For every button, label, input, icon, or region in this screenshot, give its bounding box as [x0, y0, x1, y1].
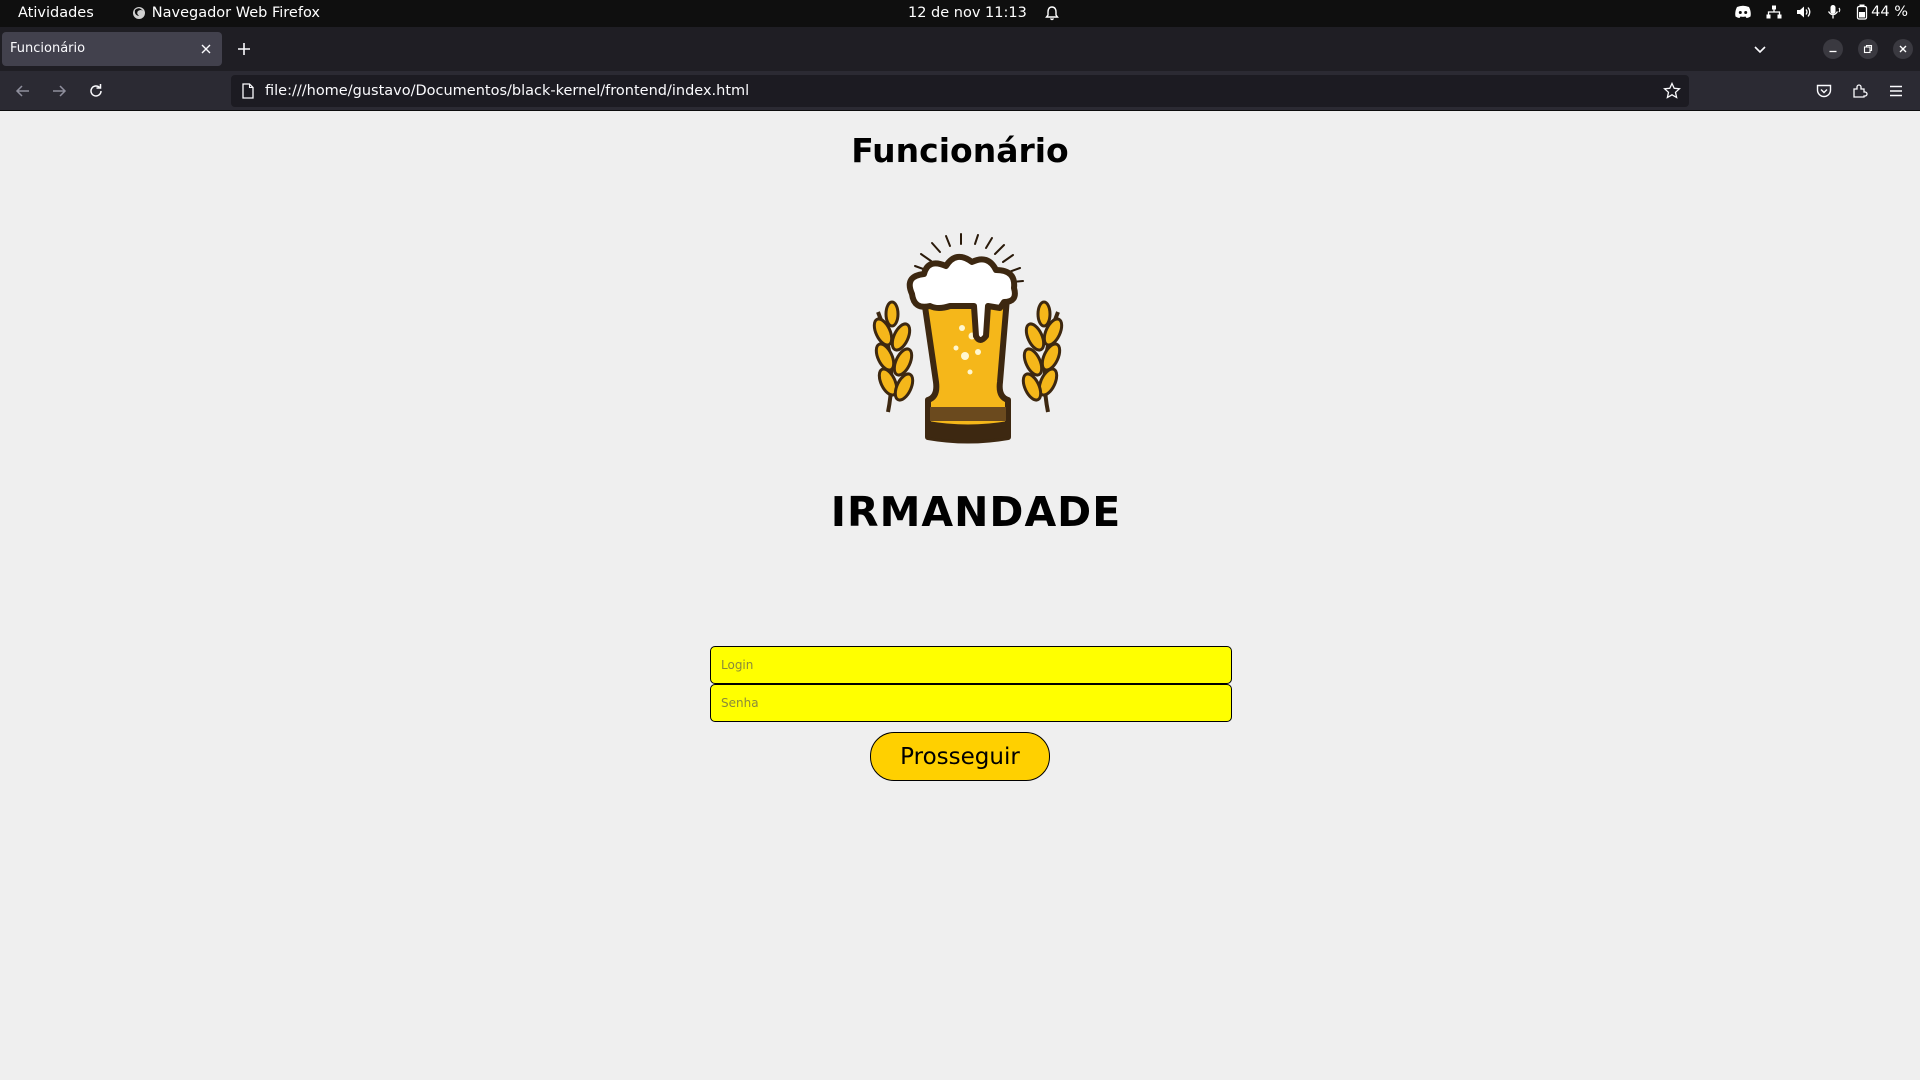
app-menu[interactable]: Navegador Web Firefox — [132, 5, 320, 21]
bookmark-star-icon[interactable] — [1663, 82, 1681, 100]
clock-label: 12 de nov 11:13 — [908, 5, 1027, 21]
battery-icon — [1857, 4, 1868, 20]
url-text: file:///home/gustavo/Documentos/black-ke… — [265, 83, 750, 99]
system-top-bar: Atividades Navegador Web Firefox 12 de n… — [0, 0, 1920, 27]
app-menu-label: Navegador Web Firefox — [151, 5, 320, 21]
page-icon[interactable] — [241, 83, 255, 99]
prosseguir-button[interactable]: Prosseguir — [870, 732, 1050, 781]
volume-icon — [1797, 6, 1811, 18]
navigation-toolbar: file:///home/gustavo/Documentos/black-ke… — [0, 71, 1920, 111]
minimize-button[interactable] — [1823, 39, 1843, 59]
reload-icon[interactable] — [86, 81, 106, 101]
login-input[interactable] — [710, 646, 1232, 684]
page-content: Funcionário IRMANDADE Login Prosseguir — [0, 112, 1920, 1080]
battery-indicator: 44 % — [1856, 4, 1908, 20]
password-input[interactable] — [710, 684, 1232, 722]
battery-percent: 44 % — [1871, 4, 1908, 20]
firefox-icon — [132, 7, 145, 19]
minimize-icon — [1829, 50, 1837, 53]
close-icon — [1899, 45, 1907, 53]
new-tab-icon[interactable] — [234, 39, 254, 59]
restore-button[interactable] — [1858, 39, 1878, 59]
close-tab-icon[interactable] — [198, 41, 214, 57]
system-tray[interactable]: 44 % — [1734, 4, 1908, 20]
tab-funcionario[interactable]: Funcionário — [2, 32, 222, 66]
beer-mug-logo-icon — [872, 233, 1064, 444]
pocket-icon[interactable] — [1814, 81, 1834, 101]
back-arrow-icon[interactable] — [13, 81, 33, 101]
tab-strip: Funcionário — [0, 27, 1920, 71]
chevron-down-icon[interactable] — [1750, 39, 1770, 59]
activities-button[interactable]: Atividades — [18, 5, 94, 21]
discord-icon — [1735, 5, 1751, 18]
hamburger-menu-icon[interactable] — [1886, 81, 1906, 101]
network-icon — [1766, 5, 1782, 19]
bell-icon — [1044, 6, 1059, 21]
page-title: Funcionário — [851, 131, 1069, 170]
clock-button[interactable]: 12 de nov 11:13 — [908, 5, 1059, 21]
url-bar[interactable]: file:///home/gustavo/Documentos/black-ke… — [231, 75, 1689, 107]
tab-title: Funcionário — [10, 41, 86, 56]
restore-icon — [1863, 44, 1873, 54]
forward-arrow-icon[interactable] — [49, 81, 69, 101]
microphone-icon — [1828, 5, 1841, 19]
extensions-icon[interactable] — [1850, 81, 1870, 101]
brand-wordmark: IRMANDADE — [830, 488, 1122, 536]
close-window-button[interactable] — [1893, 39, 1913, 59]
